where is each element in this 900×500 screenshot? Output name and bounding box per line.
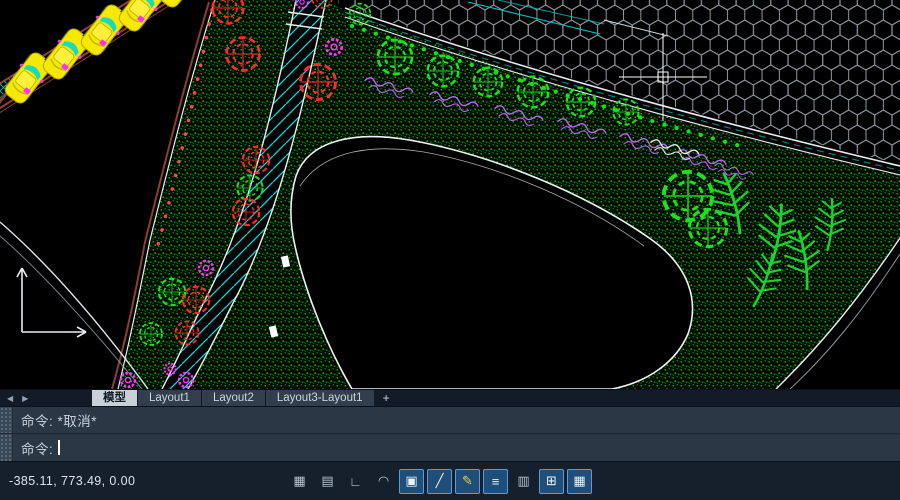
text-cursor [58, 440, 60, 455]
transparency-button[interactable]: ▥ [511, 469, 536, 494]
command-input-row[interactable]: 命令: [0, 434, 900, 461]
polar-tracking-button[interactable]: ◠ [371, 469, 396, 494]
object-snap-button[interactable]: ▣ [399, 469, 424, 494]
command-prompt-text: 命令: [13, 438, 53, 458]
command-panel-grip[interactable] [0, 434, 13, 461]
command-history-text: 命令: *取消* [13, 410, 97, 430]
dynamic-input-button[interactable]: ✎ [455, 469, 480, 494]
grid-display-button[interactable]: ▦ [287, 469, 312, 494]
add-layout-button[interactable]: + [375, 390, 398, 406]
selection-cycling-button[interactable]: ⊞ [539, 469, 564, 494]
drawing-canvas[interactable] [0, 0, 900, 389]
layout-tab-bar: ◀ ▶ 模型 Layout1 Layout2 Layout3-Layout1 + [0, 389, 900, 407]
status-toggle-group: ▦ ▤ ∟ ◠ ▣ ╱ ✎ ≡ ▥ ⊞ ▦ [287, 469, 592, 494]
tab-layout3[interactable]: Layout3-Layout1 [266, 390, 375, 406]
tab-layout2[interactable]: Layout2 [202, 390, 266, 406]
command-history-row: 命令: *取消* [0, 407, 900, 434]
command-panel-grip[interactable] [0, 407, 13, 433]
tab-model[interactable]: 模型 [92, 390, 138, 406]
object-snap-tracking-button[interactable]: ╱ [427, 469, 452, 494]
lineweight-button[interactable]: ≡ [483, 469, 508, 494]
snap-mode-button[interactable]: ▤ [315, 469, 340, 494]
tab-layout1[interactable]: Layout1 [138, 390, 202, 406]
status-bar: -385.11, 773.49, 0.00 ▦ ▤ ∟ ◠ ▣ ╱ ✎ ≡ ▥ … [0, 461, 900, 500]
annotation-scale-button[interactable]: ▦ [567, 469, 592, 494]
tab-scroll-right-button[interactable]: ▶ [19, 393, 31, 404]
tab-scroll-controls: ◀ ▶ [0, 390, 92, 406]
tab-scroll-left-button[interactable]: ◀ [4, 393, 16, 404]
drawing-area[interactable] [0, 0, 900, 389]
cad-window: ◀ ▶ 模型 Layout1 Layout2 Layout3-Layout1 +… [0, 0, 900, 500]
command-line-panel: 命令: *取消* 命令: [0, 407, 900, 461]
coordinates-readout: -385.11, 773.49, 0.00 [9, 474, 287, 488]
ortho-mode-button[interactable]: ∟ [343, 469, 368, 494]
